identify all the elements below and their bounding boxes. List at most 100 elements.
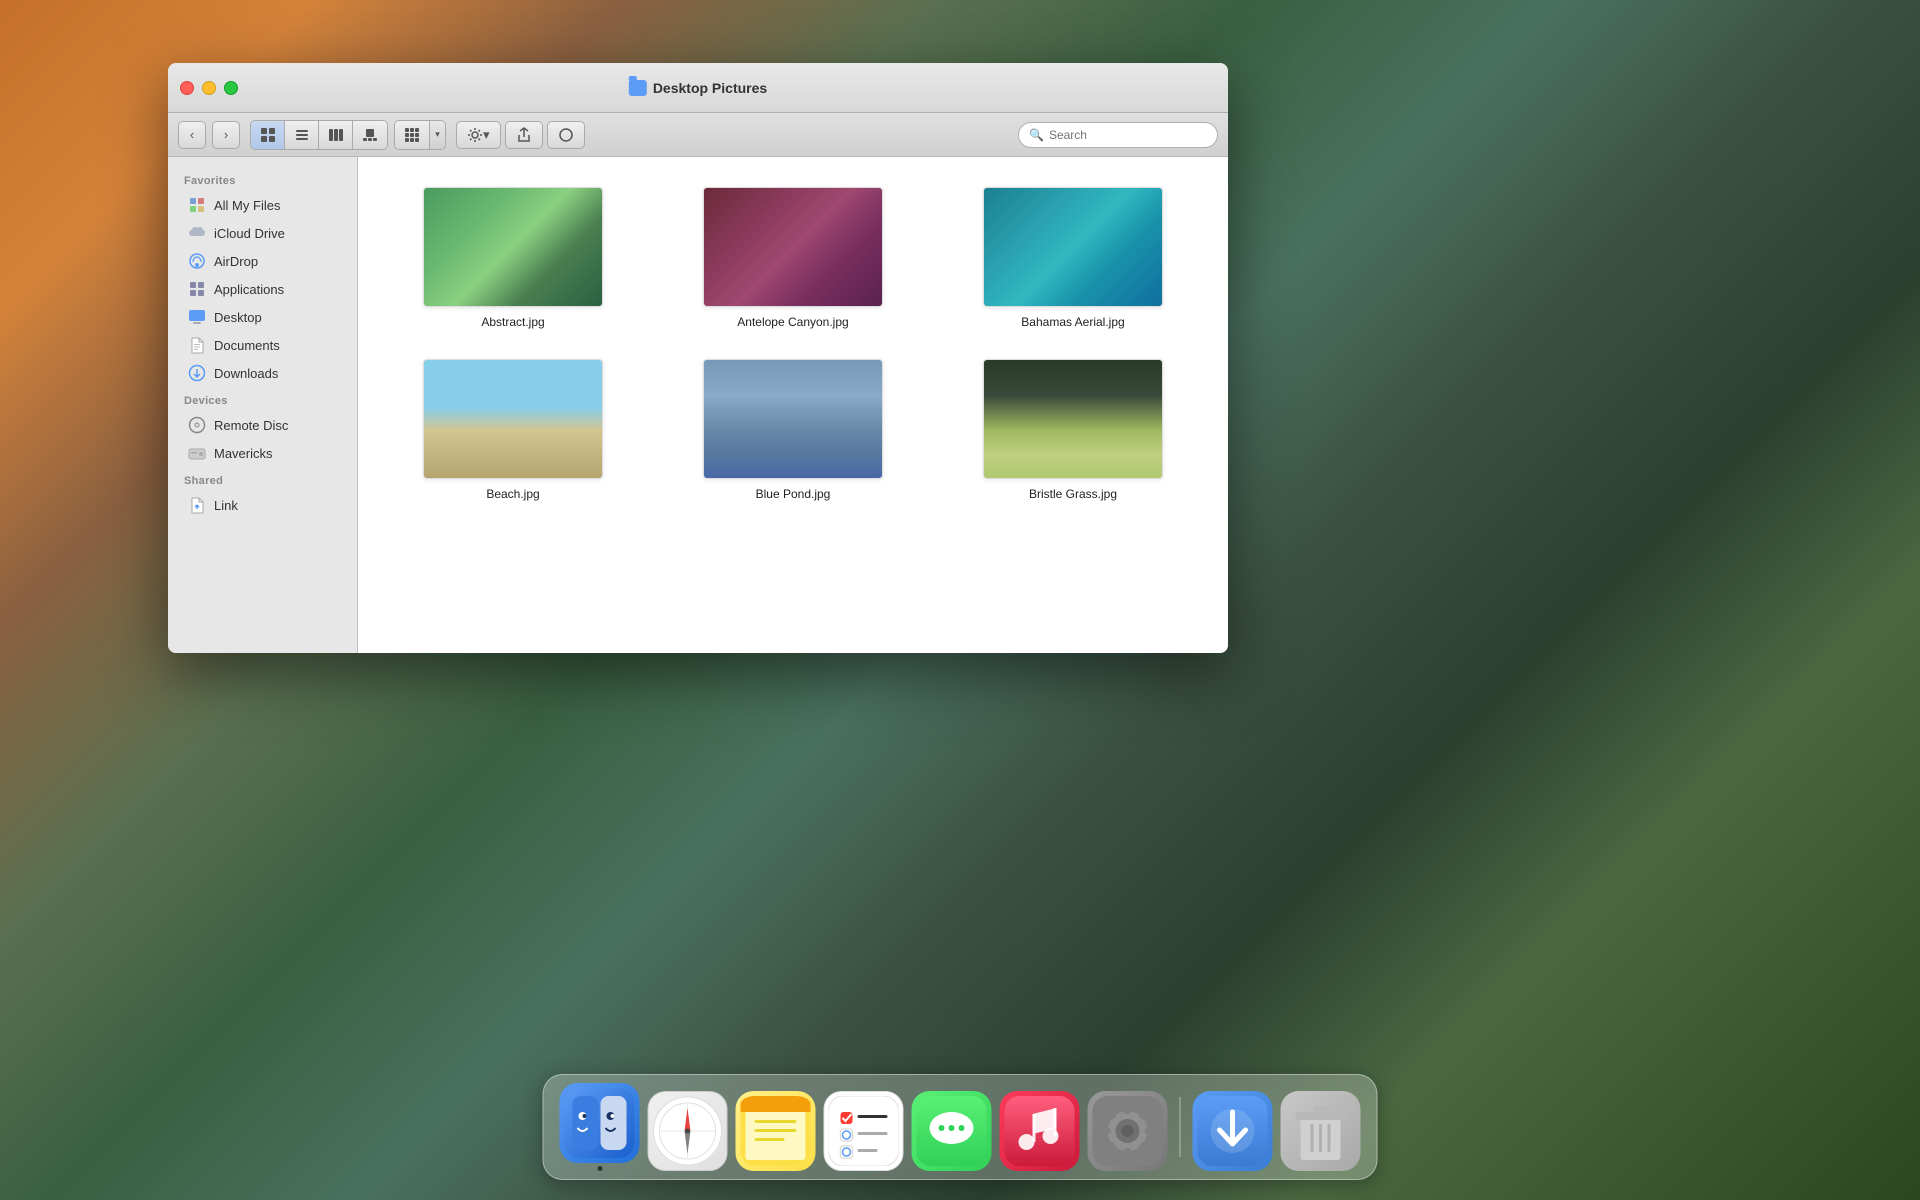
messages-svg (917, 1096, 987, 1166)
share-icon (516, 127, 532, 143)
syspref-svg (1093, 1096, 1163, 1166)
documents-icon (188, 336, 206, 354)
dock-separator (1180, 1097, 1181, 1157)
file-item-bristle[interactable]: Bristle Grass.jpg (938, 349, 1208, 511)
sidebar-item-airdrop-label: AirDrop (214, 254, 258, 269)
file-item-antelope[interactable]: Antelope Canyon.jpg (658, 177, 928, 339)
hdd-svg-icon (188, 446, 206, 461)
icloud-icon (188, 224, 206, 242)
folder-icon (629, 80, 647, 96)
file-item-abstract[interactable]: Abstract.jpg (378, 177, 648, 339)
dock-item-system-preferences[interactable] (1088, 1091, 1168, 1171)
documents-svg-icon (190, 337, 204, 354)
applications-icon (188, 280, 206, 298)
sidebar-item-downloads[interactable]: Downloads (172, 359, 353, 387)
desktop-svg-icon (188, 309, 206, 325)
sidebar-item-applications[interactable]: Applications (172, 275, 353, 303)
search-icon: 🔍 (1029, 128, 1044, 142)
sidebar: Favorites All My Files (168, 157, 358, 653)
itunes-svg (1005, 1096, 1075, 1166)
search-input[interactable] (1049, 128, 1207, 142)
cloud-icon (188, 226, 206, 240)
airdrop-icon (188, 252, 206, 270)
downloads-folder-svg (1198, 1096, 1268, 1166)
notes-app-icon (736, 1091, 816, 1171)
shared-section-label: Shared (168, 467, 357, 491)
file-thumbnail-bluepond (703, 359, 883, 479)
sidebar-item-downloads-label: Downloads (214, 366, 278, 381)
traffic-lights (180, 81, 238, 95)
dock-item-messages[interactable] (912, 1091, 992, 1171)
dock-item-safari[interactable] (648, 1091, 728, 1171)
sidebar-item-desktop-label: Desktop (214, 310, 262, 325)
safari-app-icon (648, 1091, 728, 1171)
trash-svg (1286, 1096, 1356, 1166)
sidebar-item-link[interactable]: Link (172, 491, 353, 519)
sidebar-item-airdrop[interactable]: AirDrop (172, 247, 353, 275)
messages-app-icon (912, 1091, 992, 1171)
file-grid: Abstract.jpg Antelope Canyon.jpg Bahamas… (358, 157, 1228, 653)
finder-face-svg (565, 1088, 635, 1158)
search-bar[interactable]: 🔍 (1018, 122, 1218, 148)
minimize-button[interactable] (202, 81, 216, 95)
sidebar-item-documents-label: Documents (214, 338, 280, 353)
sidebar-item-documents[interactable]: Documents (172, 331, 353, 359)
close-button[interactable] (180, 81, 194, 95)
view-columns-button[interactable] (319, 121, 353, 149)
tag-icon (558, 127, 574, 143)
mavericks-icon (188, 444, 206, 462)
view-toggle-group (250, 120, 388, 150)
sidebar-item-mavericks[interactable]: Mavericks (172, 439, 353, 467)
group-main[interactable] (395, 121, 429, 149)
sidebar-item-icloud-label: iCloud Drive (214, 226, 285, 241)
link-svg-icon (190, 497, 204, 514)
title-bar: Desktop Pictures (168, 63, 1228, 113)
icon-view-icon (260, 127, 276, 143)
file-name-bristle: Bristle Grass.jpg (1029, 487, 1117, 501)
sidebar-item-icloud-drive[interactable]: iCloud Drive (172, 219, 353, 247)
settings-action-button[interactable]: ▾ (456, 121, 501, 149)
share-button[interactable] (505, 121, 543, 149)
dock-item-notes[interactable] (736, 1091, 816, 1171)
downloads-folder-icon (1193, 1091, 1273, 1171)
safari-svg (653, 1096, 723, 1166)
star-icon (189, 197, 205, 213)
dock-item-downloads-folder[interactable] (1193, 1091, 1273, 1171)
file-name-abstract: Abstract.jpg (481, 315, 544, 329)
file-grid-content: Abstract.jpg Antelope Canyon.jpg Bahamas… (378, 177, 1208, 511)
sidebar-item-remote-disc[interactable]: Remote Disc (172, 411, 353, 439)
view-cover-button[interactable] (353, 121, 387, 149)
finder-icon (560, 1083, 640, 1163)
remote-disc-icon (188, 416, 206, 434)
notes-svg (741, 1096, 811, 1166)
group-dropdown-arrow[interactable]: ▾ (429, 121, 445, 149)
dock-item-finder[interactable] (560, 1083, 640, 1171)
file-name-antelope: Antelope Canyon.jpg (737, 315, 848, 329)
file-name-beach: Beach.jpg (486, 487, 539, 501)
view-list-button[interactable] (285, 121, 319, 149)
file-thumbnail-bristle (983, 359, 1163, 479)
maximize-button[interactable] (224, 81, 238, 95)
file-item-bahamas[interactable]: Bahamas Aerial.jpg (938, 177, 1208, 339)
group-icon (404, 127, 420, 143)
dock-item-trash[interactable] (1281, 1091, 1361, 1171)
dock-item-itunes[interactable] (1000, 1091, 1080, 1171)
forward-button[interactable]: › (212, 121, 240, 149)
finder-dot (597, 1166, 602, 1171)
sidebar-item-link-label: Link (214, 498, 238, 513)
back-button[interactable]: ‹ (178, 121, 206, 149)
group-by-button[interactable]: ▾ (394, 120, 446, 150)
downloads-icon (188, 364, 206, 382)
file-item-bluepond[interactable]: Blue Pond.jpg (658, 349, 928, 511)
downloads-svg-icon (188, 364, 206, 382)
tag-button[interactable] (547, 121, 585, 149)
dock (543, 1074, 1378, 1180)
cover-view-icon (362, 127, 378, 143)
file-item-beach[interactable]: Beach.jpg (378, 349, 648, 511)
list-view-icon (294, 127, 310, 143)
columns-view-icon (328, 127, 344, 143)
view-icon-button[interactable] (251, 121, 285, 149)
sidebar-item-all-my-files[interactable]: All My Files (172, 191, 353, 219)
sidebar-item-desktop[interactable]: Desktop (172, 303, 353, 331)
dock-item-reminders[interactable] (824, 1091, 904, 1171)
